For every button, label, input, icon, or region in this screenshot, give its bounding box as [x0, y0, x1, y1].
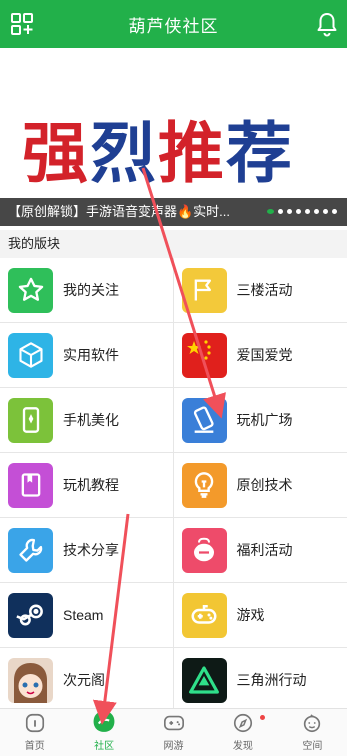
- bell-icon[interactable]: [315, 11, 339, 37]
- home-icon: [25, 713, 44, 733]
- board-label: 福利活动: [236, 542, 293, 558]
- board-row: 次元阁 三角洲行动: [0, 648, 347, 708]
- top-bar: 葫芦侠社区: [0, 0, 347, 48]
- pager-dot: [278, 209, 283, 214]
- board-item[interactable]: Steam: [0, 583, 174, 647]
- tab-label: 空间: [302, 741, 323, 752]
- banner-char: 强: [22, 115, 90, 192]
- board-item[interactable]: 手机美化: [0, 388, 174, 452]
- board-item[interactable]: 原创技术: [174, 453, 347, 517]
- board-label: Steam: [63, 607, 104, 623]
- board-item[interactable]: 三角洲行动: [174, 648, 347, 708]
- board-label: 手机美化: [63, 412, 119, 428]
- board-row: 实用软件 爱国爱党: [0, 323, 347, 388]
- board-label: 游戏: [236, 607, 265, 623]
- tab-discover[interactable]: 发现: [208, 709, 277, 756]
- gamepad-icon: [181, 592, 227, 638]
- tab-label: 首页: [24, 741, 45, 752]
- banner[interactable]: 强烈推荐 【原创解锁】手游语音变声器🔥实时...: [0, 48, 347, 230]
- board-item[interactable]: 我的关注: [0, 258, 174, 322]
- board-row: 手机美化 玩机广场: [0, 388, 347, 453]
- pager-dot: [287, 209, 292, 214]
- board-item[interactable]: 爱国爱党: [174, 323, 347, 387]
- board-item[interactable]: 三楼活动: [174, 258, 347, 322]
- board-label: 技术分享: [63, 542, 119, 558]
- flag-icon: [181, 267, 227, 313]
- board-item[interactable]: 玩机教程: [0, 453, 174, 517]
- face-icon: [304, 714, 321, 733]
- tab-community[interactable]: 社区: [69, 709, 138, 756]
- grid-add-icon[interactable]: [10, 12, 34, 36]
- book-icon: [8, 462, 53, 508]
- board-item[interactable]: 实用软件: [0, 323, 174, 387]
- banner-pager: [267, 209, 337, 214]
- cube-icon: [8, 332, 53, 378]
- delta-icon: [181, 657, 227, 703]
- board-item[interactable]: 游戏: [174, 583, 347, 647]
- tab-label: 网游: [163, 741, 184, 752]
- pager-dot: [305, 209, 310, 214]
- phone-icon: [8, 397, 53, 443]
- banner-char: 推: [158, 115, 226, 192]
- compass-icon: [233, 713, 252, 733]
- board-label: 三角洲行动: [236, 672, 307, 688]
- board-label: 爱国爱党: [236, 347, 293, 363]
- board-item[interactable]: 玩机广场: [174, 388, 347, 452]
- pager-dot: [267, 209, 274, 214]
- banner-char: 荐: [226, 115, 294, 192]
- board-row: Steam 游戏: [0, 583, 347, 648]
- board-label: 次元阁: [63, 672, 105, 688]
- section-title: 我的版块: [0, 230, 347, 258]
- pager-dot: [323, 209, 328, 214]
- board-label: 实用软件: [63, 347, 119, 363]
- board-item[interactable]: 次元阁: [0, 648, 174, 708]
- pager-dot: [332, 209, 337, 214]
- board-row: 我的关注 三楼活动: [0, 258, 347, 323]
- page-title: 葫芦侠社区: [128, 16, 219, 36]
- china-flag-icon: [181, 332, 227, 378]
- board-label: 玩机广场: [236, 412, 293, 428]
- tab-home[interactable]: 首页: [0, 709, 69, 756]
- board-label: 三楼活动: [236, 282, 293, 298]
- tab-label: 社区: [94, 741, 115, 752]
- tab-space[interactable]: 空间: [278, 709, 347, 756]
- banner-char: 烈: [90, 115, 158, 192]
- anime-avatar-icon: [8, 657, 53, 703]
- tilted-phone-icon: [181, 397, 227, 443]
- bottom-tab-bar: 首页 社区 网游 发现 空间: [0, 708, 347, 756]
- pager-dot: [296, 209, 301, 214]
- star-icon: [8, 267, 53, 313]
- board-row: 玩机教程 原创技术: [0, 453, 347, 518]
- community-icon: [93, 711, 115, 732]
- tab-label: 发现: [232, 741, 253, 752]
- notification-dot: [260, 715, 266, 720]
- bulb-icon: [181, 462, 227, 508]
- tab-online-games[interactable]: 网游: [139, 709, 208, 756]
- gamepad-icon: [163, 715, 184, 731]
- pager-dot: [314, 209, 319, 214]
- board-label: 我的关注: [63, 282, 119, 298]
- wrench-icon: [8, 527, 53, 573]
- steam-icon: [8, 592, 53, 638]
- banner-headline: 强烈推荐: [22, 100, 294, 196]
- board-label: 玩机教程: [63, 477, 119, 493]
- board-row: 技术分享 福利活动: [0, 518, 347, 583]
- board-item[interactable]: 福利活动: [174, 518, 347, 582]
- gift-bag-icon: [181, 527, 227, 573]
- board-item[interactable]: 技术分享: [0, 518, 174, 582]
- board-label: 原创技术: [236, 477, 293, 493]
- board-grid: 我的关注 三楼活动 实用软件 爱国爱党 手机美化 玩机广场 玩机教程 原创技术 …: [0, 258, 347, 708]
